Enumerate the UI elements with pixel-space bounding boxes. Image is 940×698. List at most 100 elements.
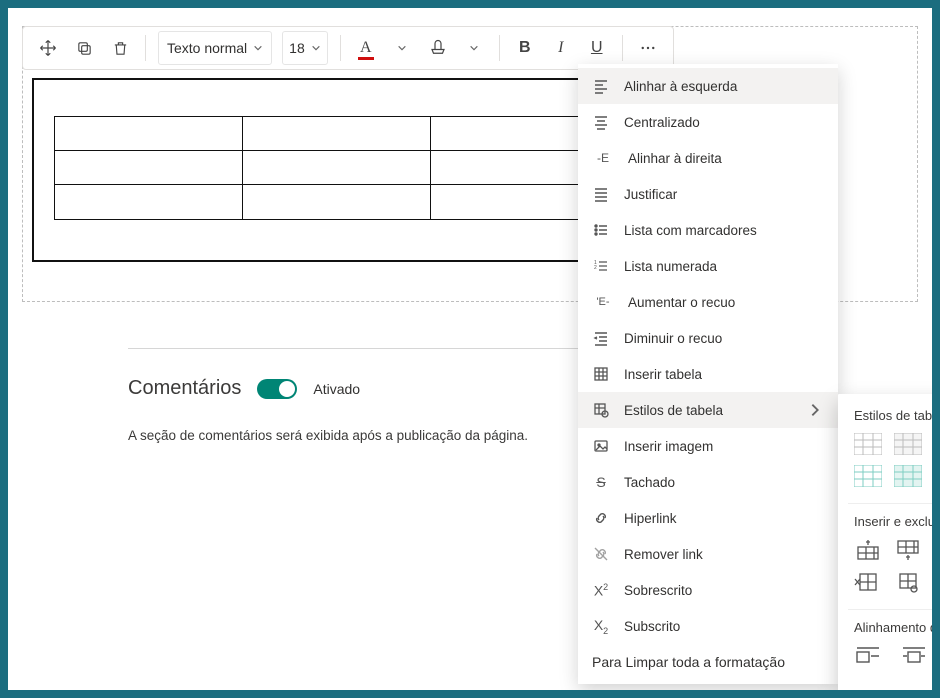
menu-item-hyperlink[interactable]: Hiperlink bbox=[578, 500, 838, 536]
menu-item-label: Lista com marcadores bbox=[624, 223, 757, 238]
style-swatches bbox=[848, 433, 940, 499]
font-color-chevron[interactable] bbox=[385, 31, 419, 65]
align-right-icon: -E bbox=[592, 149, 614, 167]
font-size-value: 18 bbox=[289, 40, 305, 56]
menu-item-indent-increase[interactable]: 'E- Aumentar o recuo bbox=[578, 284, 838, 320]
menu-item-table-styles[interactable]: Estilos de tabela bbox=[578, 392, 838, 428]
menu-item-bullet-list[interactable]: Lista com marcadores bbox=[578, 212, 838, 248]
table-cell[interactable] bbox=[55, 117, 243, 150]
menu-item-superscript[interactable]: X2 Sobrescrito bbox=[578, 572, 838, 608]
menu-item-unlink[interactable]: Remover link bbox=[578, 536, 838, 572]
duplicate-icon[interactable] bbox=[67, 31, 101, 65]
comments-description: A seção de comentários será exibida após… bbox=[128, 428, 598, 443]
table-cell[interactable] bbox=[55, 151, 243, 184]
comments-toggle[interactable] bbox=[257, 379, 297, 399]
submenu-divider bbox=[848, 503, 940, 504]
highlight-button[interactable] bbox=[421, 31, 455, 65]
menu-item-align-left[interactable]: Alinhar à esquerda bbox=[578, 68, 838, 104]
chevron-right-icon bbox=[806, 401, 824, 419]
comments-title: Comentários bbox=[128, 377, 241, 400]
menu-item-label: Justificar bbox=[624, 187, 677, 202]
table-style-teal-border[interactable] bbox=[854, 465, 882, 487]
table-styles-icon bbox=[592, 401, 610, 419]
menu-item-strike[interactable]: S Tachado bbox=[578, 464, 838, 500]
more-options-button[interactable] bbox=[631, 31, 665, 65]
table-cell[interactable] bbox=[243, 117, 431, 150]
chevron-down-icon bbox=[311, 43, 321, 53]
image-icon bbox=[592, 437, 610, 455]
table-align-center-icon[interactable] bbox=[900, 645, 928, 667]
bullet-list-icon bbox=[592, 221, 610, 239]
delete-col-icon[interactable] bbox=[894, 571, 922, 593]
menu-item-label: Subscrito bbox=[624, 619, 680, 634]
table-cell[interactable] bbox=[243, 185, 431, 219]
menu-item-label: Estilos de tabela bbox=[624, 403, 723, 418]
italic-button[interactable]: I bbox=[544, 31, 578, 65]
menu-item-label: Aumentar o recuo bbox=[628, 295, 735, 310]
insert-delete-buttons bbox=[848, 539, 940, 605]
menu-item-label: Inserir tabela bbox=[624, 367, 702, 382]
text-webpart[interactable] bbox=[32, 78, 622, 262]
insert-col-left-icon[interactable] bbox=[933, 539, 940, 561]
text-style-select[interactable]: Texto normal bbox=[158, 31, 272, 65]
indent-increase-icon: 'E- bbox=[592, 293, 614, 311]
submenu-title-styles: Estilos de tabela bbox=[854, 408, 940, 423]
menu-item-label: Sobrescrito bbox=[624, 583, 692, 598]
table-row bbox=[55, 117, 619, 151]
menu-item-label: Centralizado bbox=[624, 115, 700, 130]
table-align-left-icon[interactable] bbox=[854, 645, 882, 667]
menu-item-label: Hiperlink bbox=[624, 511, 677, 526]
menu-item-label: Alinhar à direita bbox=[628, 151, 722, 166]
menu-item-label: Diminuir o recuo bbox=[624, 331, 722, 346]
submenu-title-insert: Inserir e excluir bbox=[854, 514, 940, 529]
menu-item-subscript[interactable]: X2 Subscrito bbox=[578, 608, 838, 644]
table-style-teal-header[interactable] bbox=[933, 465, 940, 487]
table-row bbox=[55, 151, 619, 185]
menu-item-label: Alinhar à esquerda bbox=[624, 79, 737, 94]
menu-item-align-center[interactable]: Centralizado bbox=[578, 104, 838, 140]
toolbar-divider bbox=[145, 35, 146, 61]
highlight-chevron[interactable] bbox=[457, 31, 491, 65]
alignment-buttons bbox=[848, 645, 940, 679]
move-handle-icon[interactable] bbox=[31, 31, 65, 65]
font-size-select[interactable]: 18 bbox=[282, 31, 328, 65]
delete-row-icon[interactable] bbox=[854, 571, 882, 593]
menu-item-clear-formatting[interactable]: Para Limpar toda a formatação bbox=[578, 644, 838, 680]
insert-row-below-icon[interactable] bbox=[894, 539, 922, 561]
underline-button[interactable]: U bbox=[580, 31, 614, 65]
table[interactable] bbox=[54, 116, 620, 220]
delete-icon[interactable] bbox=[103, 31, 137, 65]
numbered-list-icon: 12 bbox=[592, 257, 610, 275]
strike-icon: S bbox=[592, 473, 610, 491]
table-style-teal-light[interactable] bbox=[894, 465, 922, 487]
comments-section: Comentários Ativado A seção de comentári… bbox=[128, 348, 598, 443]
subscript-icon: X2 bbox=[592, 617, 610, 635]
text-style-value: Texto normal bbox=[167, 40, 247, 56]
align-left-icon bbox=[592, 77, 610, 95]
toolbar-divider bbox=[622, 35, 623, 61]
indent-decrease-icon bbox=[592, 329, 610, 347]
more-options-menu: Alinhar à esquerda Centralizado -E Alinh… bbox=[578, 64, 838, 684]
bold-button[interactable]: B bbox=[508, 31, 542, 65]
menu-item-insert-table[interactable]: Inserir tabela bbox=[578, 356, 838, 392]
menu-item-numbered-list[interactable]: 12 Lista numerada bbox=[578, 248, 838, 284]
table-style-header-gray[interactable] bbox=[933, 433, 940, 455]
menu-item-justify[interactable]: Justificar bbox=[578, 176, 838, 212]
font-color-button[interactable]: A bbox=[349, 31, 383, 65]
insert-row-above-icon[interactable] bbox=[854, 539, 882, 561]
menu-item-label: Inserir imagem bbox=[624, 439, 713, 454]
table-cell[interactable] bbox=[55, 185, 243, 219]
menu-item-align-right[interactable]: -E Alinhar à direita bbox=[578, 140, 838, 176]
menu-item-label: Para Limpar toda a formatação bbox=[592, 654, 785, 670]
menu-item-indent-decrease[interactable]: Diminuir o recuo bbox=[578, 320, 838, 356]
superscript-icon: X2 bbox=[592, 581, 610, 599]
submenu-divider bbox=[848, 609, 940, 610]
table-styles-submenu: Estilos de tabela Inserir e excluir Alin… bbox=[838, 394, 940, 698]
chevron-down-icon bbox=[253, 43, 263, 53]
menu-item-insert-image[interactable]: Inserir imagem bbox=[578, 428, 838, 464]
table-cell[interactable] bbox=[243, 151, 431, 184]
toolbar-divider bbox=[340, 35, 341, 61]
table-style-subtle[interactable] bbox=[894, 433, 922, 455]
table-style-plain[interactable] bbox=[854, 433, 882, 455]
unlink-icon bbox=[592, 545, 610, 563]
